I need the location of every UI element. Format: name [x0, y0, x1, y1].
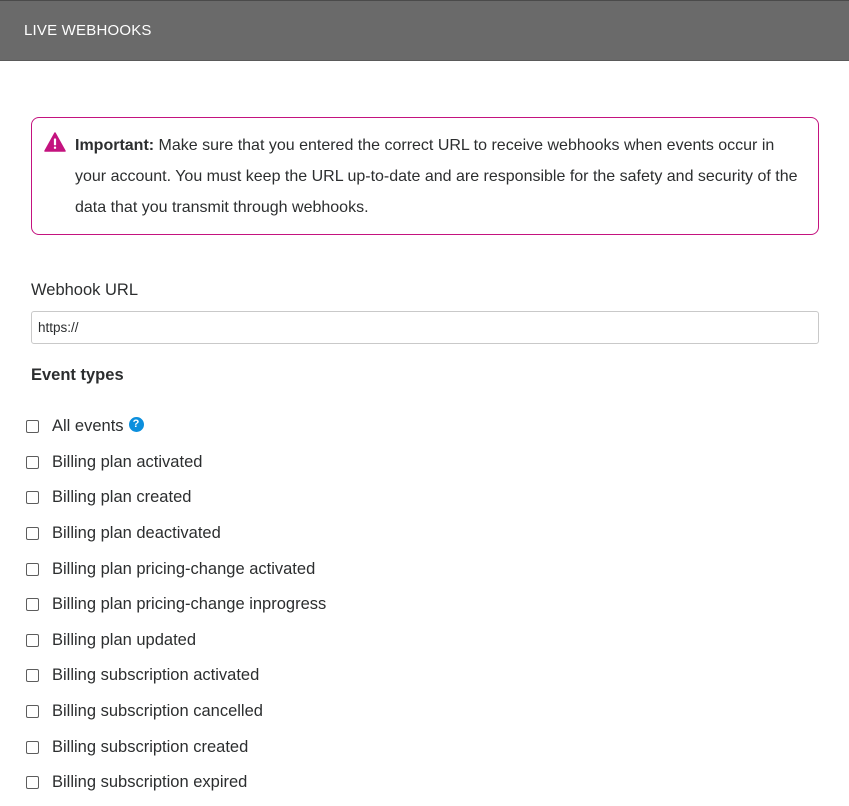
webhooks-page: LIVE WEBHOOKS Important: Make sure that …: [0, 0, 849, 806]
event-item-billing-subscription-expired[interactable]: Billing subscription expired: [25, 765, 326, 801]
event-label[interactable]: All events: [52, 417, 124, 436]
event-label[interactable]: Billing plan pricing-change inprogress: [52, 595, 326, 614]
event-checkbox-billing-subscription-created[interactable]: [26, 740, 39, 754]
event-item-billing-plan-updated[interactable]: Billing plan updated: [25, 623, 326, 659]
event-checkbox-billing-subscription-expired[interactable]: [26, 776, 39, 790]
event-label[interactable]: Billing plan pricing-change activated: [52, 560, 315, 579]
event-checkbox-billing-plan-pricing-change-inprogress[interactable]: [26, 598, 39, 612]
event-checkbox-all-events[interactable]: [26, 420, 39, 434]
section-title: LIVE WEBHOOKS: [24, 22, 152, 39]
event-item-billing-plan-activated[interactable]: Billing plan activated: [25, 445, 326, 481]
alert-message: Important: Make sure that you entered th…: [75, 130, 800, 223]
event-label[interactable]: Billing plan updated: [52, 631, 196, 650]
question-circle-icon[interactable]: ?: [128, 417, 144, 433]
event-item-billing-subscription-created[interactable]: Billing subscription created: [25, 729, 326, 765]
event-label[interactable]: Billing subscription created: [52, 738, 248, 757]
event-checkbox-billing-plan-updated[interactable]: [26, 633, 39, 647]
important-alert: Important: Make sure that you entered th…: [31, 117, 819, 235]
event-checkbox-billing-subscription-activated[interactable]: [26, 669, 39, 683]
section-header: LIVE WEBHOOKS: [0, 0, 849, 61]
event-label[interactable]: Billing plan activated: [52, 453, 202, 472]
event-label[interactable]: Billing subscription cancelled: [52, 702, 263, 721]
alert-strong-label: Important:: [75, 137, 155, 154]
event-types-heading: Event types: [31, 366, 124, 384]
event-types-list: All events ? Billing plan activated Bill…: [25, 409, 326, 801]
event-item-billing-subscription-cancelled[interactable]: Billing subscription cancelled: [25, 694, 326, 730]
event-checkbox-billing-plan-deactivated[interactable]: [26, 527, 39, 541]
event-item-billing-plan-created[interactable]: Billing plan created: [25, 480, 326, 516]
event-item-billing-plan-deactivated[interactable]: Billing plan deactivated: [25, 516, 326, 552]
event-label[interactable]: Billing subscription activated: [52, 666, 259, 685]
event-checkbox-billing-plan-pricing-change-activated[interactable]: [26, 562, 39, 576]
event-item-all-events[interactable]: All events ?: [25, 409, 326, 445]
event-checkbox-billing-subscription-cancelled[interactable]: [26, 705, 39, 719]
event-label[interactable]: Billing plan deactivated: [52, 524, 221, 543]
warning-triangle-icon: [44, 132, 66, 152]
webhook-url-label: Webhook URL: [31, 281, 139, 299]
alert-body-text: Make sure that you entered the correct U…: [75, 137, 798, 216]
event-item-billing-subscription-activated[interactable]: Billing subscription activated: [25, 658, 326, 694]
event-item-billing-plan-pricing-change-inprogress[interactable]: Billing plan pricing-change inprogress: [25, 587, 326, 623]
event-label[interactable]: Billing subscription expired: [52, 773, 247, 792]
event-checkbox-billing-plan-activated[interactable]: [26, 455, 39, 469]
webhook-url-input[interactable]: [31, 311, 819, 344]
event-checkbox-billing-plan-created[interactable]: [26, 491, 39, 505]
event-item-billing-plan-pricing-change-activated[interactable]: Billing plan pricing-change activated: [25, 551, 326, 587]
event-label[interactable]: Billing plan created: [52, 488, 191, 507]
